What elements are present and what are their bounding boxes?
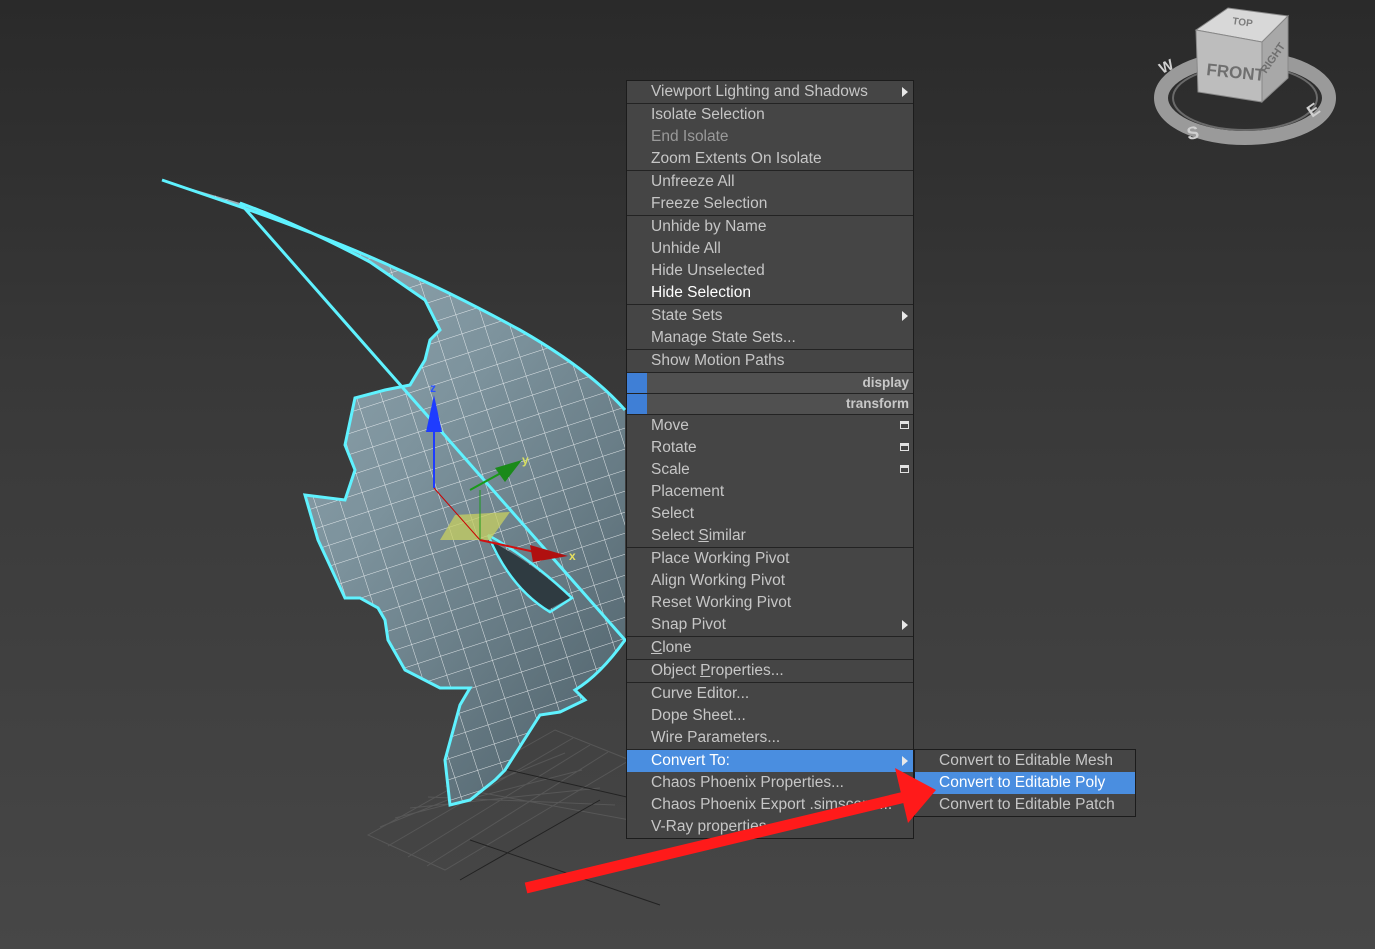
menu-item-wire-parameters[interactable]: Wire Parameters... xyxy=(627,727,913,749)
menu-item-hide-unselected[interactable]: Hide Unselected xyxy=(627,260,913,282)
menu-item-label: Convert To: xyxy=(651,752,730,769)
menu-item-label: Reset Working Pivot xyxy=(651,594,792,611)
menu-item-label: Unfreeze All xyxy=(651,173,735,190)
menu-item-viewport-lighting-and-shadows[interactable]: Viewport Lighting and Shadows xyxy=(627,81,913,103)
menu-item-label: Viewport Lighting and Shadows xyxy=(651,83,868,100)
menu-item-clone[interactable]: Clone xyxy=(627,637,913,659)
quad-header-display: display xyxy=(627,373,913,393)
menu-item-label: Placement xyxy=(651,483,725,500)
menu-item-move[interactable]: Move xyxy=(627,415,913,437)
menu-item-label: Rotate xyxy=(651,439,697,456)
menu-item-place-working-pivot[interactable]: Place Working Pivot xyxy=(627,548,913,570)
menu-item-unfreeze-all[interactable]: Unfreeze All xyxy=(627,171,913,193)
menu-item-convert-to[interactable]: Convert To: xyxy=(627,750,913,772)
menu-item-label: Wire Parameters... xyxy=(651,729,781,746)
quad-header-transform: transform xyxy=(627,394,913,414)
menu-item-object-properties[interactable]: Object Properties... xyxy=(627,660,913,682)
menu-item-label: Dope Sheet... xyxy=(651,707,746,724)
menu-item-label: Curve Editor... xyxy=(651,685,750,702)
menu-item-label: Select Similar xyxy=(651,527,746,544)
menu-item-placement[interactable]: Placement xyxy=(627,481,913,503)
menu-item-convert-to-editable-patch[interactable]: Convert to Editable Patch xyxy=(915,794,1135,816)
menu-item-snap-pivot[interactable]: Snap Pivot xyxy=(627,614,913,636)
gizmo-label-x: x xyxy=(569,549,576,563)
menu-item-end-isolate[interactable]: End Isolate xyxy=(627,126,913,148)
menu-item-dope-sheet[interactable]: Dope Sheet... xyxy=(627,705,913,727)
menu-item-manage-state-sets[interactable]: Manage State Sets... xyxy=(627,327,913,349)
menu-item-state-sets[interactable]: State Sets xyxy=(627,305,913,327)
quad-header-label: transform xyxy=(845,396,909,411)
menu-item-convert-to-editable-mesh[interactable]: Convert to Editable Mesh xyxy=(915,750,1135,772)
menu-item-zoom-extents-on-isolate[interactable]: Zoom Extents On Isolate xyxy=(627,148,913,170)
gizmo-label-y: y xyxy=(522,453,529,467)
quad-marker[interactable] xyxy=(627,394,647,414)
menu-item-hide-selection[interactable]: Hide Selection xyxy=(627,282,913,304)
menu-item-label: Convert to Editable Mesh xyxy=(939,752,1114,769)
menu-item-show-motion-paths[interactable]: Show Motion Paths xyxy=(627,350,913,372)
menu-item-reset-working-pivot[interactable]: Reset Working Pivot xyxy=(627,592,913,614)
menu-item-label: Align Working Pivot xyxy=(651,572,786,589)
menu-item-convert-to-editable-poly[interactable]: Convert to Editable Poly xyxy=(915,772,1135,794)
gizmo-label-z: z xyxy=(430,381,436,395)
menu-item-label: Hide Unselected xyxy=(651,262,765,279)
menu-item-label: Object Properties... xyxy=(651,662,784,679)
menu-item-label: Freeze Selection xyxy=(651,195,768,212)
menu-item-label: Chaos Phoenix Properties... xyxy=(651,774,844,791)
menu-item-label: Select xyxy=(651,505,695,522)
viewcube[interactable]: FRONT RIGHT TOP W S E xyxy=(1154,7,1336,145)
menu-item-rotate[interactable]: Rotate xyxy=(627,437,913,459)
menu-item-scale[interactable]: Scale xyxy=(627,459,913,481)
menu-item-label: Convert to Editable Poly xyxy=(939,774,1106,791)
menu-item-curve-editor[interactable]: Curve Editor... xyxy=(627,683,913,705)
menu-item-label: Manage State Sets... xyxy=(651,329,796,346)
menu-item-isolate-selection[interactable]: Isolate Selection xyxy=(627,104,913,126)
menu-item-label: Scale xyxy=(651,461,690,478)
menu-item-label: Show Motion Paths xyxy=(651,352,785,369)
menu-item-freeze-selection[interactable]: Freeze Selection xyxy=(627,193,913,215)
menu-item-label: Isolate Selection xyxy=(651,106,765,123)
menu-item-label: State Sets xyxy=(651,307,723,324)
submenu-arrow-icon xyxy=(902,620,908,630)
menu-item-label: Place Working Pivot xyxy=(651,550,790,567)
fish-model xyxy=(161,178,627,807)
options-dialog-icon[interactable] xyxy=(900,421,909,429)
menu-item-label: Unhide All xyxy=(651,240,721,257)
quad-marker[interactable] xyxy=(627,373,647,393)
menu-item-chaos-phoenix-properties[interactable]: Chaos Phoenix Properties... xyxy=(627,772,913,794)
menu-item-select[interactable]: Select xyxy=(627,503,913,525)
menu-item-label: Zoom Extents On Isolate xyxy=(651,150,822,167)
quad-context-menu: Viewport Lighting and Shadows Isolate Sel… xyxy=(626,80,914,839)
menu-item-unhide-by-name[interactable]: Unhide by Name xyxy=(627,216,913,238)
convert-to-submenu: Convert to Editable Mesh Convert to Edita… xyxy=(914,749,1136,817)
menu-item-v-ray-properties[interactable]: V-Ray properties xyxy=(627,816,913,838)
menu-item-label: Hide Selection xyxy=(651,284,751,301)
quad-header-label: display xyxy=(862,375,909,390)
menu-item-label: Snap Pivot xyxy=(651,616,726,633)
submenu-arrow-icon xyxy=(902,756,908,766)
menu-item-label: Move xyxy=(651,417,689,434)
menu-item-label: End Isolate xyxy=(651,128,729,145)
options-dialog-icon[interactable] xyxy=(900,465,909,473)
menu-item-label: Clone xyxy=(651,639,692,656)
submenu-arrow-icon xyxy=(902,311,908,321)
menu-item-label: Chaos Phoenix Export .simscene... xyxy=(651,796,893,813)
menu-item-label: Unhide by Name xyxy=(651,218,767,235)
menu-item-label: V-Ray properties xyxy=(651,818,767,835)
submenu-arrow-icon xyxy=(902,87,908,97)
options-dialog-icon[interactable] xyxy=(900,443,909,451)
menu-item-chaos-phoenix-export-simscene[interactable]: Chaos Phoenix Export .simscene... xyxy=(627,794,913,816)
menu-item-align-working-pivot[interactable]: Align Working Pivot xyxy=(627,570,913,592)
menu-item-select-similar[interactable]: Select Similar xyxy=(627,525,913,547)
menu-item-label: Convert to Editable Patch xyxy=(939,796,1115,813)
menu-item-unhide-all[interactable]: Unhide All xyxy=(627,238,913,260)
